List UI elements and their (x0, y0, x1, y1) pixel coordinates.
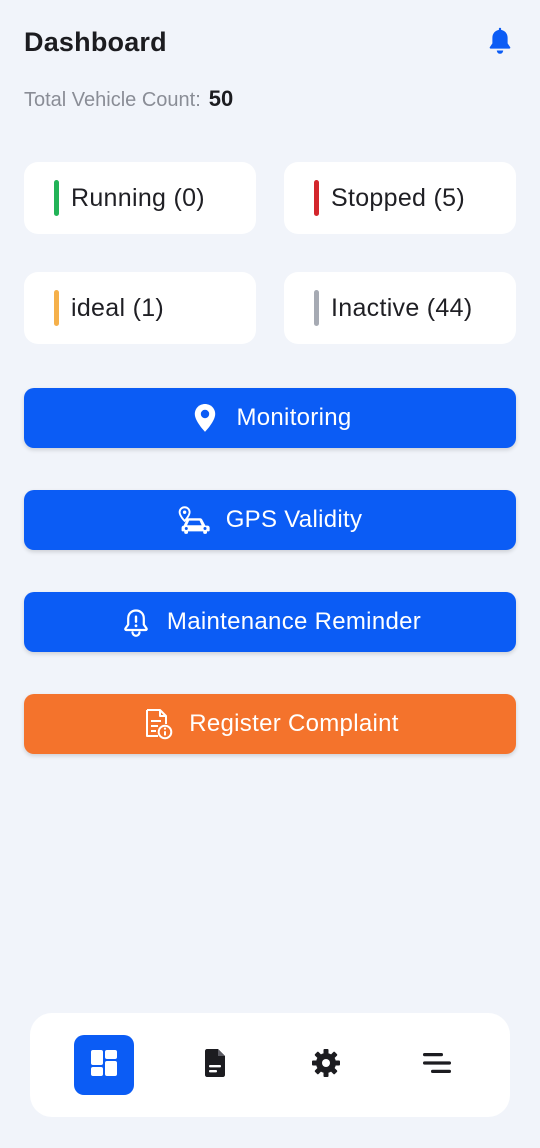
status-card-inactive[interactable]: Inactive (44) (284, 272, 516, 344)
nav-menu[interactable] (407, 1035, 467, 1095)
monitoring-label: Monitoring (236, 404, 352, 431)
status-label-stopped: Stopped (5) (331, 183, 465, 212)
bottom-nav (30, 1013, 510, 1117)
menu-lines-icon (421, 1050, 453, 1081)
status-label-running: Running (0) (71, 183, 205, 212)
register-complaint-label: Register Complaint (189, 710, 399, 737)
status-card-running[interactable]: Running (0) (24, 162, 256, 234)
action-buttons: Monitoring GPS Validity Maintenance Remi… (24, 388, 516, 754)
nav-dashboard[interactable] (73, 1035, 134, 1095)
document-info-icon (141, 707, 175, 741)
car-location-icon (178, 503, 212, 537)
nav-documents[interactable] (185, 1035, 245, 1095)
alert-bell-icon (119, 605, 153, 639)
register-complaint-button[interactable]: Register Complaint (24, 694, 516, 754)
document-icon (202, 1048, 228, 1083)
status-label-ideal: ideal (1) (71, 293, 165, 322)
total-vehicle-label: Total Vehicle Count: (24, 89, 201, 111)
status-indicator-inactive (314, 290, 319, 326)
app-screen: Dashboard Total Vehicle Count: 50 Runnin… (0, 0, 540, 1148)
status-card-ideal[interactable]: ideal (1) (24, 272, 256, 344)
maintenance-reminder-button[interactable]: Maintenance Reminder (24, 592, 516, 652)
status-indicator-stopped (314, 180, 319, 216)
map-pin-icon (188, 401, 222, 435)
gear-icon (310, 1047, 342, 1084)
status-indicator-ideal (54, 290, 59, 326)
total-vehicle-count: Total Vehicle Count: 50 (24, 86, 233, 116)
header: Dashboard (24, 22, 516, 62)
dashboard-grid-icon (89, 1048, 119, 1083)
status-grid: Running (0) Stopped (5) ideal (1) Inacti… (24, 162, 516, 344)
monitoring-button[interactable]: Monitoring (24, 388, 516, 448)
status-indicator-running (54, 180, 59, 216)
gps-validity-button[interactable]: GPS Validity (24, 490, 516, 550)
page-title: Dashboard (24, 26, 167, 57)
nav-settings[interactable] (296, 1035, 356, 1095)
total-vehicle-value: 50 (208, 86, 234, 111)
status-label-inactive: Inactive (44) (331, 293, 473, 322)
gps-validity-label: GPS Validity (225, 506, 363, 533)
status-card-stopped[interactable]: Stopped (5) (284, 162, 516, 234)
maintenance-reminder-label: Maintenance Reminder (166, 608, 422, 635)
bell-icon[interactable] (484, 24, 516, 60)
